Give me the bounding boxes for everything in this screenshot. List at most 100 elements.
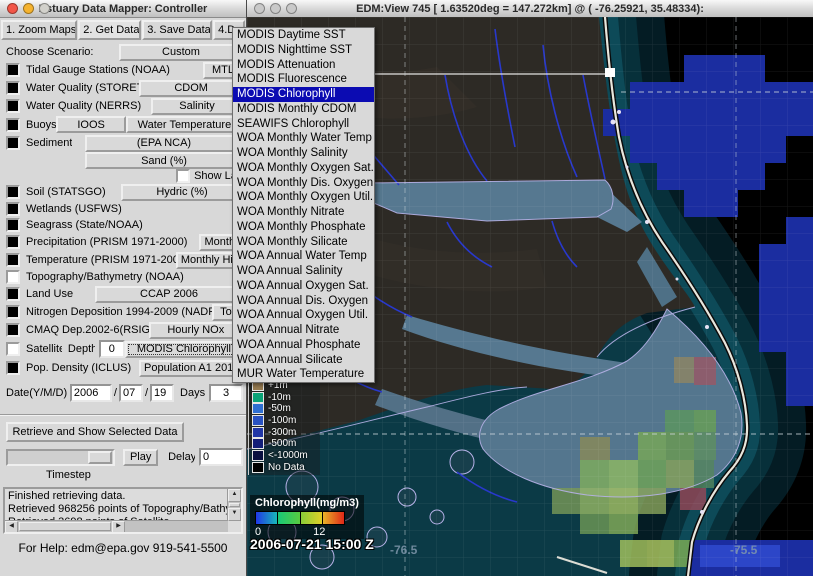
menu-item[interactable]: WOA Annual Water Temp bbox=[233, 249, 374, 264]
date-label: Date(Y/M/D) bbox=[6, 387, 67, 399]
status-line: Finished retrieving data. bbox=[8, 490, 225, 503]
menu-item[interactable]: WOA Annual Phosphate bbox=[233, 338, 374, 353]
menu-item[interactable]: WOA Monthly Dis. Oxygen bbox=[233, 176, 374, 191]
checkbox-buoys[interactable] bbox=[6, 118, 20, 132]
sediment-source-button[interactable]: (EPA NCA) bbox=[85, 135, 243, 152]
menu-item[interactable]: WOA Annual Silicate bbox=[233, 353, 374, 368]
minimize-icon[interactable] bbox=[23, 3, 34, 14]
checkbox-pop-density[interactable] bbox=[6, 361, 20, 375]
tab-bar: 1. Zoom Maps 2. Get Data 3. Save Data 4.… bbox=[0, 18, 246, 40]
checkbox-satellite[interactable] bbox=[6, 342, 20, 356]
scroll-up-icon[interactable]: ▲ bbox=[228, 489, 241, 502]
menu-item[interactable]: WOA Annual Oxygen Util. bbox=[233, 308, 374, 323]
zoom-icon[interactable] bbox=[39, 3, 50, 14]
checkbox-tidal-gauge[interactable] bbox=[6, 63, 20, 77]
menu-item[interactable]: WOA Annual Dis. Oxygen bbox=[233, 294, 374, 309]
soil-variable-button[interactable]: Hydric (%) bbox=[121, 184, 243, 201]
row-label: Wetlands (USFWS) bbox=[26, 203, 122, 215]
tab-get-data[interactable]: 2. Get Data bbox=[78, 20, 141, 40]
checkbox-soil[interactable] bbox=[6, 185, 20, 199]
menu-item[interactable]: MODIS Monthly CDOM bbox=[233, 102, 374, 117]
checkbox-sediment[interactable] bbox=[6, 136, 20, 150]
vertical-scrollbar[interactable]: ▲ ▼ bbox=[227, 489, 241, 521]
depth-legend-row: No Data bbox=[252, 462, 320, 474]
checkbox-wetlands[interactable] bbox=[6, 202, 20, 216]
menu-item[interactable]: MODIS Fluorescence bbox=[233, 72, 374, 87]
timestep-slider[interactable] bbox=[6, 449, 115, 466]
days-input[interactable] bbox=[209, 384, 243, 402]
checkbox-land-use[interactable] bbox=[6, 287, 20, 301]
minimize-icon[interactable] bbox=[270, 3, 281, 14]
row-label: CMAQ Dep.2002-6(RSIG) bbox=[26, 324, 149, 336]
menu-item[interactable]: MODIS Attenuation bbox=[233, 58, 374, 73]
menu-item[interactable]: MUR Water Temperature bbox=[233, 367, 374, 382]
day-input[interactable] bbox=[150, 384, 174, 402]
menu-item[interactable]: WOA Monthly Oxygen Sat. bbox=[233, 161, 374, 176]
tab-save-data[interactable]: 3. Save Data bbox=[142, 20, 212, 40]
depth-legend-row: <-1000m bbox=[252, 450, 320, 462]
menu-item[interactable]: WOA Annual Oxygen Sat. bbox=[233, 279, 374, 294]
checkbox-storet[interactable] bbox=[6, 81, 20, 95]
month-input[interactable] bbox=[119, 384, 143, 402]
checkbox-nitrogen-deposition[interactable] bbox=[6, 305, 20, 319]
scenario-label: Choose Scenario: bbox=[6, 46, 93, 58]
checkbox-cmaq[interactable] bbox=[6, 323, 20, 337]
close-icon[interactable] bbox=[254, 3, 265, 14]
sediment-variable-button[interactable]: Sand (%) bbox=[85, 152, 243, 169]
checkbox-seagrass[interactable] bbox=[6, 218, 20, 232]
land-use-button[interactable]: CCAP 2006 bbox=[95, 286, 243, 303]
buoys-variable-button[interactable]: Water Temperature bbox=[126, 116, 243, 133]
depth-legend-row: -300m bbox=[252, 426, 320, 438]
depth-input[interactable] bbox=[99, 340, 125, 358]
screen: { "controller": { "title": "Estuary Data… bbox=[0, 0, 813, 576]
play-button[interactable]: Play bbox=[123, 449, 158, 466]
depth-legend-row: -100m bbox=[252, 415, 320, 427]
controller-titlebar[interactable]: Estuary Data Mapper: Controller bbox=[0, 0, 246, 18]
retrieve-button[interactable]: Retrieve and Show Selected Data bbox=[6, 422, 184, 442]
tab-zoom-maps[interactable]: 1. Zoom Maps bbox=[1, 20, 77, 40]
scroll-left-icon[interactable]: ◀ bbox=[5, 521, 18, 533]
menu-item[interactable]: MODIS Nighttime SST bbox=[233, 43, 374, 58]
checkbox-topography[interactable] bbox=[6, 270, 20, 284]
map-titlebar[interactable]: EDM:View 745 [ 1.63520deg = 147.272km] @… bbox=[247, 0, 813, 18]
timestep-slider-thumb[interactable] bbox=[88, 451, 112, 464]
horizontal-scroll-thumb[interactable] bbox=[19, 522, 111, 531]
menu-item[interactable]: WOA Annual Nitrate bbox=[233, 323, 374, 338]
days-label: Days bbox=[180, 387, 205, 399]
checkbox-show-labels[interactable] bbox=[176, 169, 190, 183]
menu-item[interactable]: WOA Annual Salinity bbox=[233, 264, 374, 279]
longitude-label: -75.5 bbox=[730, 543, 757, 557]
year-input[interactable] bbox=[70, 384, 112, 402]
cmaq-variable-button[interactable]: Hourly NOx bbox=[149, 322, 243, 339]
scenario-button[interactable]: Custom bbox=[119, 44, 243, 61]
menu-item[interactable]: WOA Monthly Oxygen Util. bbox=[233, 190, 374, 205]
timestep-label: Timestep bbox=[46, 469, 91, 481]
buoys-source-button[interactable]: IOOS bbox=[56, 116, 126, 133]
pop-density-button[interactable]: Population A1 2010 bbox=[139, 360, 243, 377]
close-icon[interactable] bbox=[7, 3, 18, 14]
menu-item[interactable]: WOA Monthly Water Temp bbox=[233, 131, 374, 146]
zoom-icon[interactable] bbox=[286, 3, 297, 14]
delay-input[interactable] bbox=[199, 448, 243, 466]
storet-variable-button[interactable]: CDOM bbox=[139, 80, 243, 97]
menu-item[interactable]: WOA Monthly Phosphate bbox=[233, 220, 374, 235]
checkbox-nerrs[interactable] bbox=[6, 99, 20, 113]
menu-item[interactable]: MODIS Daytime SST bbox=[233, 28, 374, 43]
depth-legend-swatch bbox=[252, 403, 264, 414]
status-log[interactable]: Finished retrieving data. Retrieved 9682… bbox=[3, 487, 243, 534]
row-label: Land Use bbox=[26, 288, 73, 300]
menu-item[interactable]: WOA Monthly Nitrate bbox=[233, 205, 374, 220]
scroll-right-icon[interactable]: ▶ bbox=[112, 521, 125, 533]
nerrs-variable-button[interactable]: Salinity bbox=[151, 98, 243, 115]
menu-item[interactable]: SEAWIFS Chlorophyll bbox=[233, 117, 374, 132]
scroll-down-icon[interactable]: ▼ bbox=[228, 508, 241, 521]
depth-legend-swatch bbox=[252, 415, 264, 426]
horizontal-scrollbar[interactable]: ◀ ▶ bbox=[5, 520, 228, 532]
menu-item[interactable]: WOA Monthly Silicate bbox=[233, 235, 374, 250]
satellite-variable-button[interactable]: MODIS Chlorophyll bbox=[125, 341, 243, 358]
vertical-scroll-thumb[interactable] bbox=[229, 503, 240, 507]
checkbox-temperature[interactable] bbox=[6, 253, 20, 267]
menu-item[interactable]: WOA Monthly Salinity bbox=[233, 146, 374, 161]
checkbox-precipitation[interactable] bbox=[6, 235, 20, 249]
menu-item[interactable]: MODIS Chlorophyll bbox=[233, 87, 374, 102]
